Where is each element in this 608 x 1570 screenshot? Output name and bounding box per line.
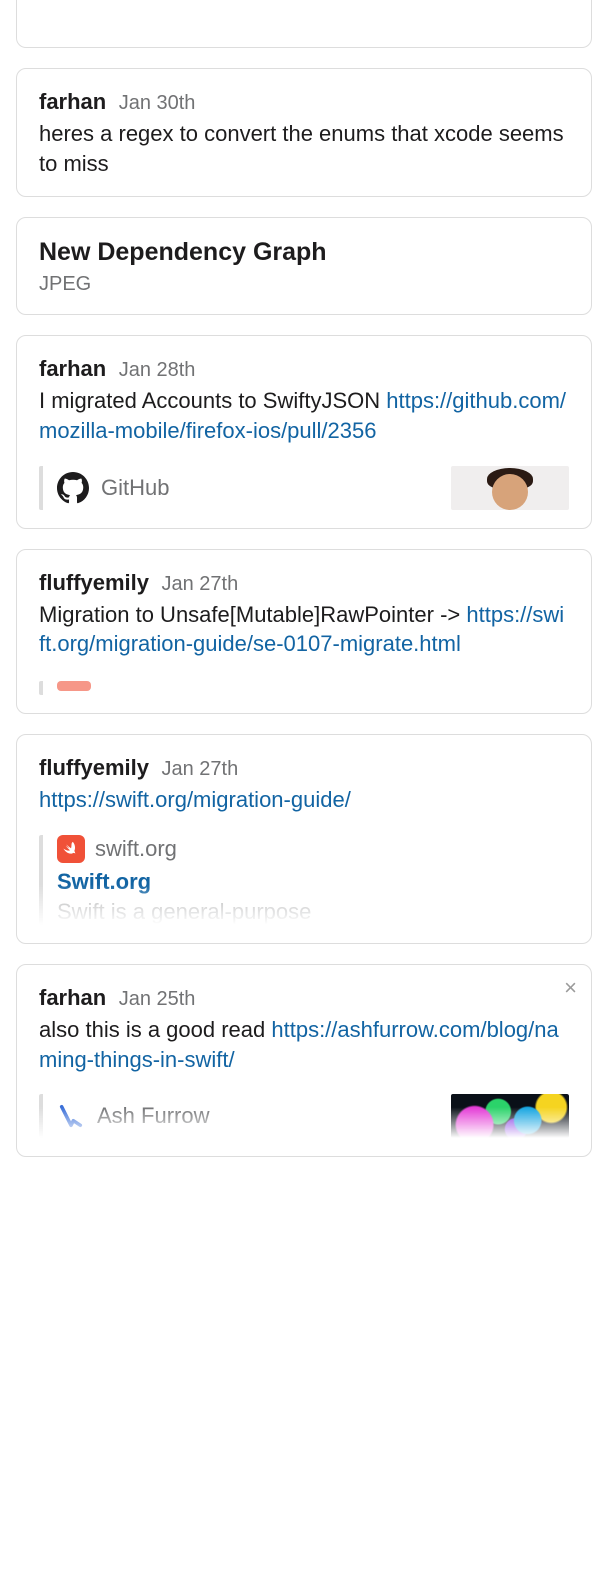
message-body: https://swift.org/migration-guide/ [39,785,569,815]
site-icon [57,1102,85,1130]
swift-icon [57,681,91,691]
message-card[interactable]: fluffyemily Jan 27th https://swift.org/m… [16,734,592,944]
link-attachment[interactable]: GitHub [39,466,569,510]
timestamp: Jan 27th [161,758,238,780]
author-name[interactable]: fluffyemily [39,570,149,595]
attachment-thumbnail [451,466,569,510]
message-card-partial[interactable] [16,0,592,48]
message-text: also this is a good read [39,1017,271,1042]
message-text: heres a regex to convert the enums that … [39,119,569,178]
message-body: Migration to Unsafe[Mutable]RawPointer -… [39,600,569,659]
timestamp: Jan 27th [161,573,238,595]
attachment-source: GitHub [101,475,169,501]
message-card[interactable]: farhan Jan 30th heres a regex to convert… [16,68,592,197]
unfurl-site: swift.org [95,836,177,862]
swift-icon [57,835,85,863]
message-meta: farhan Jan 28th [39,356,569,382]
message-link[interactable]: https://swift.org/migration-guide/ [39,787,351,812]
link-unfurl[interactable]: swift.org Swift.org Swift is a general-p… [39,835,569,925]
author-name[interactable]: farhan [39,356,106,381]
link-attachment[interactable]: Ash Furrow [39,1094,569,1138]
unfurl-title[interactable]: Swift.org [57,869,569,895]
unfurl-description: Swift is a general-purpose [57,899,569,925]
message-body: I migrated Accounts to SwiftyJSON https:… [39,386,569,445]
github-icon [57,472,89,504]
file-title: New Dependency Graph [39,238,569,267]
file-card[interactable]: New Dependency Graph JPEG [16,217,592,315]
message-card[interactable]: × farhan Jan 25th also this is a good re… [16,964,592,1157]
message-meta: fluffyemily Jan 27th [39,570,569,596]
close-icon[interactable]: × [564,977,577,999]
timestamp: Jan 30th [119,92,196,114]
author-name[interactable]: fluffyemily [39,755,149,780]
file-type: JPEG [39,273,569,296]
link-attachment[interactable] [39,681,569,695]
timestamp: Jan 25th [119,988,196,1010]
message-meta: farhan Jan 25th [39,985,569,1011]
message-body: also this is a good read https://ashfurr… [39,1015,569,1074]
message-card[interactable]: farhan Jan 28th I migrated Accounts to S… [16,335,592,528]
message-meta: fluffyemily Jan 27th [39,755,569,781]
message-card[interactable]: fluffyemily Jan 27th Migration to Unsafe… [16,549,592,714]
message-text: I migrated Accounts to SwiftyJSON [39,388,386,413]
attachment-thumbnail [451,1094,569,1138]
attachment-source: Ash Furrow [97,1103,209,1129]
author-name[interactable]: farhan [39,89,106,114]
author-name[interactable]: farhan [39,985,106,1010]
message-text: Migration to Unsafe[Mutable]RawPointer -… [39,602,466,627]
timestamp: Jan 28th [119,359,196,381]
message-meta: farhan Jan 30th [39,89,569,115]
